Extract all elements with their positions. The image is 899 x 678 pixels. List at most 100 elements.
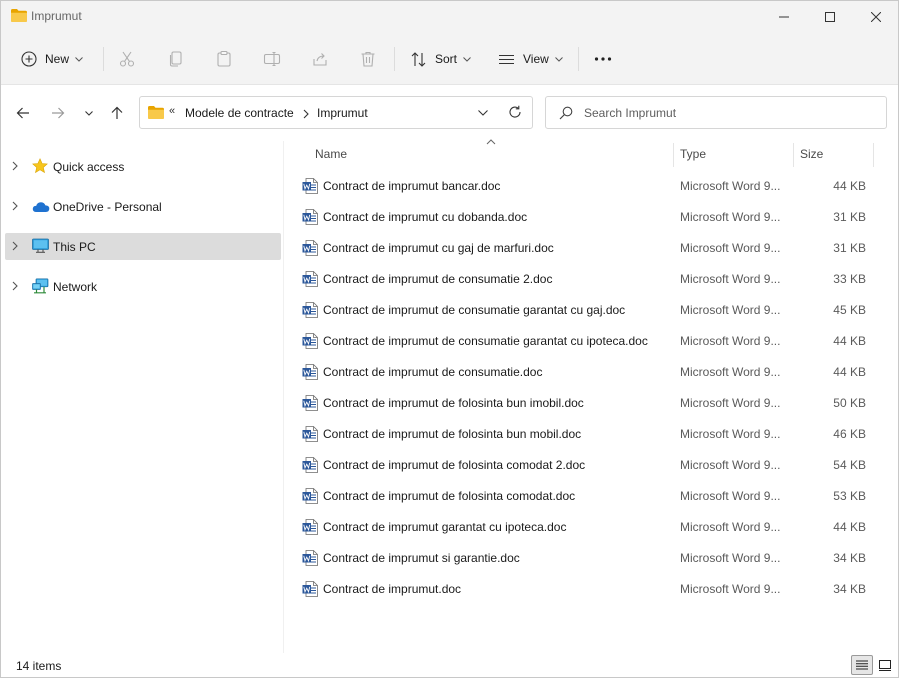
large-icons-view-button[interactable]	[874, 655, 896, 675]
file-size: 34 KB	[833, 551, 866, 565]
trash-icon	[361, 51, 375, 67]
share-icon	[313, 53, 327, 66]
file-row[interactable]: Contract de imprumut.doc Microsoft Word 9…	[299, 573, 879, 604]
nav-item-quick-access[interactable]: Quick access	[5, 153, 281, 180]
minimize-button[interactable]	[761, 1, 807, 33]
minimize-icon	[779, 16, 789, 18]
cut-button[interactable]	[118, 45, 136, 73]
file-type: Microsoft Word 9...	[680, 210, 781, 224]
file-name: Contract de imprumut de folosinta bun mo…	[323, 427, 582, 441]
arrow-right-icon	[52, 107, 65, 119]
up-button[interactable]	[103, 99, 131, 127]
nav-item-label: This PC	[53, 240, 96, 254]
file-row[interactable]: Contract de imprumut bancar.doc Microsoft…	[299, 170, 879, 201]
cloud-icon	[32, 202, 50, 212]
arrow-up-icon	[111, 106, 123, 119]
nav-item-onedrive[interactable]: OneDrive - Personal	[5, 193, 281, 220]
network-icon	[32, 278, 49, 294]
file-name: Contract de imprumut de consumatie.doc	[323, 365, 543, 379]
address-bar[interactable]: « Modele de contracte Imprumut	[139, 96, 533, 129]
nav-item-label: OneDrive - Personal	[53, 200, 162, 214]
nav-item-this-pc[interactable]: This PC	[5, 233, 281, 260]
chevron-down-icon	[554, 56, 563, 62]
breadcrumb-item[interactable]: Imprumut	[317, 106, 368, 120]
chevron-right-icon[interactable]	[12, 241, 18, 251]
file-list: Name Type Size Contract de imprumut banc…	[285, 139, 898, 653]
file-name: Contract de imprumut garantat cu ipoteca…	[323, 520, 567, 534]
word-document-icon	[302, 581, 318, 597]
file-row[interactable]: Contract de imprumut de consumatie garan…	[299, 294, 879, 325]
file-type: Microsoft Word 9...	[680, 458, 781, 472]
file-type: Microsoft Word 9...	[680, 179, 781, 193]
file-type: Microsoft Word 9...	[680, 396, 781, 410]
back-button[interactable]	[9, 99, 37, 127]
column-divider[interactable]	[873, 143, 874, 167]
file-type: Microsoft Word 9...	[680, 334, 781, 348]
column-divider[interactable]	[673, 143, 674, 167]
delete-button[interactable]	[359, 45, 377, 73]
clipboard-icon	[217, 50, 231, 67]
file-row[interactable]: Contract de imprumut de folosinta bun mo…	[299, 418, 879, 449]
sort-button[interactable]: Sort	[410, 45, 471, 73]
copy-icon	[169, 51, 182, 67]
column-header-type[interactable]: Type	[680, 147, 706, 169]
file-row[interactable]: Contract de imprumut garantat cu ipoteca…	[299, 511, 879, 542]
chevron-right-icon[interactable]	[12, 201, 18, 211]
column-header-name[interactable]: Name	[315, 147, 347, 169]
file-size: 44 KB	[833, 179, 866, 193]
file-row[interactable]: Contract de imprumut de folosinta bun im…	[299, 387, 879, 418]
view-button[interactable]: View	[498, 45, 563, 73]
view-list-icon	[499, 54, 514, 64]
breadcrumb-overflow[interactable]: «	[169, 105, 175, 117]
breadcrumb-item[interactable]: Modele de contracte	[185, 106, 294, 120]
file-row[interactable]: Contract de imprumut de folosinta comoda…	[299, 449, 879, 480]
chevron-right-icon[interactable]	[303, 109, 309, 119]
file-row[interactable]: Contract de imprumut de consumatie 2.doc…	[299, 263, 879, 294]
chevron-right-icon[interactable]	[12, 281, 18, 291]
file-row[interactable]: Contract de imprumut cu gaj de marfuri.d…	[299, 232, 879, 263]
details-view-button[interactable]	[851, 655, 873, 675]
address-history-button[interactable]	[474, 105, 492, 121]
toolbar-divider	[103, 47, 104, 71]
column-divider[interactable]	[793, 143, 794, 167]
word-document-icon	[302, 178, 318, 194]
maximize-button[interactable]	[807, 1, 853, 33]
file-row[interactable]: Contract de imprumut de folosinta comoda…	[299, 480, 879, 511]
file-row[interactable]: Contract de imprumut de consumatie garan…	[299, 325, 879, 356]
file-row[interactable]: Contract de imprumut si garantie.doc Micr…	[299, 542, 879, 573]
more-icon	[594, 57, 612, 61]
scissors-icon	[119, 51, 135, 67]
paste-button[interactable]	[215, 45, 233, 73]
forward-button[interactable]	[44, 99, 72, 127]
refresh-button[interactable]	[508, 105, 524, 121]
share-button[interactable]	[311, 45, 329, 73]
file-size: 44 KB	[833, 520, 866, 534]
chevron-down-icon	[85, 110, 93, 116]
file-size: 34 KB	[833, 582, 866, 596]
nav-item-network[interactable]: Network	[5, 273, 281, 300]
rename-icon	[263, 51, 281, 67]
copy-button[interactable]	[167, 45, 185, 73]
file-name: Contract de imprumut de consumatie 2.doc	[323, 272, 553, 286]
column-header-size[interactable]: Size	[800, 147, 823, 169]
close-button[interactable]	[853, 1, 899, 33]
more-options-button[interactable]	[594, 45, 612, 73]
file-name: Contract de imprumut de consumatie garan…	[323, 303, 626, 317]
search-box[interactable]	[545, 96, 887, 129]
star-icon	[32, 158, 48, 174]
search-input[interactable]	[584, 105, 874, 121]
word-document-icon	[302, 240, 318, 256]
file-name: Contract de imprumut.doc	[323, 582, 462, 596]
sort-label: Sort	[435, 52, 458, 66]
new-label: New	[45, 52, 70, 66]
file-row[interactable]: Contract de imprumut cu dobanda.doc Micro…	[299, 201, 879, 232]
file-row[interactable]: Contract de imprumut de consumatie.doc Mi…	[299, 356, 879, 387]
recent-locations-button[interactable]	[75, 99, 103, 127]
file-type: Microsoft Word 9...	[680, 520, 781, 534]
file-size: 45 KB	[833, 303, 866, 317]
new-button[interactable]: New	[21, 45, 83, 73]
folder-icon	[148, 106, 164, 119]
word-document-icon	[302, 519, 318, 535]
rename-button[interactable]	[263, 45, 281, 73]
chevron-right-icon[interactable]	[12, 161, 18, 171]
